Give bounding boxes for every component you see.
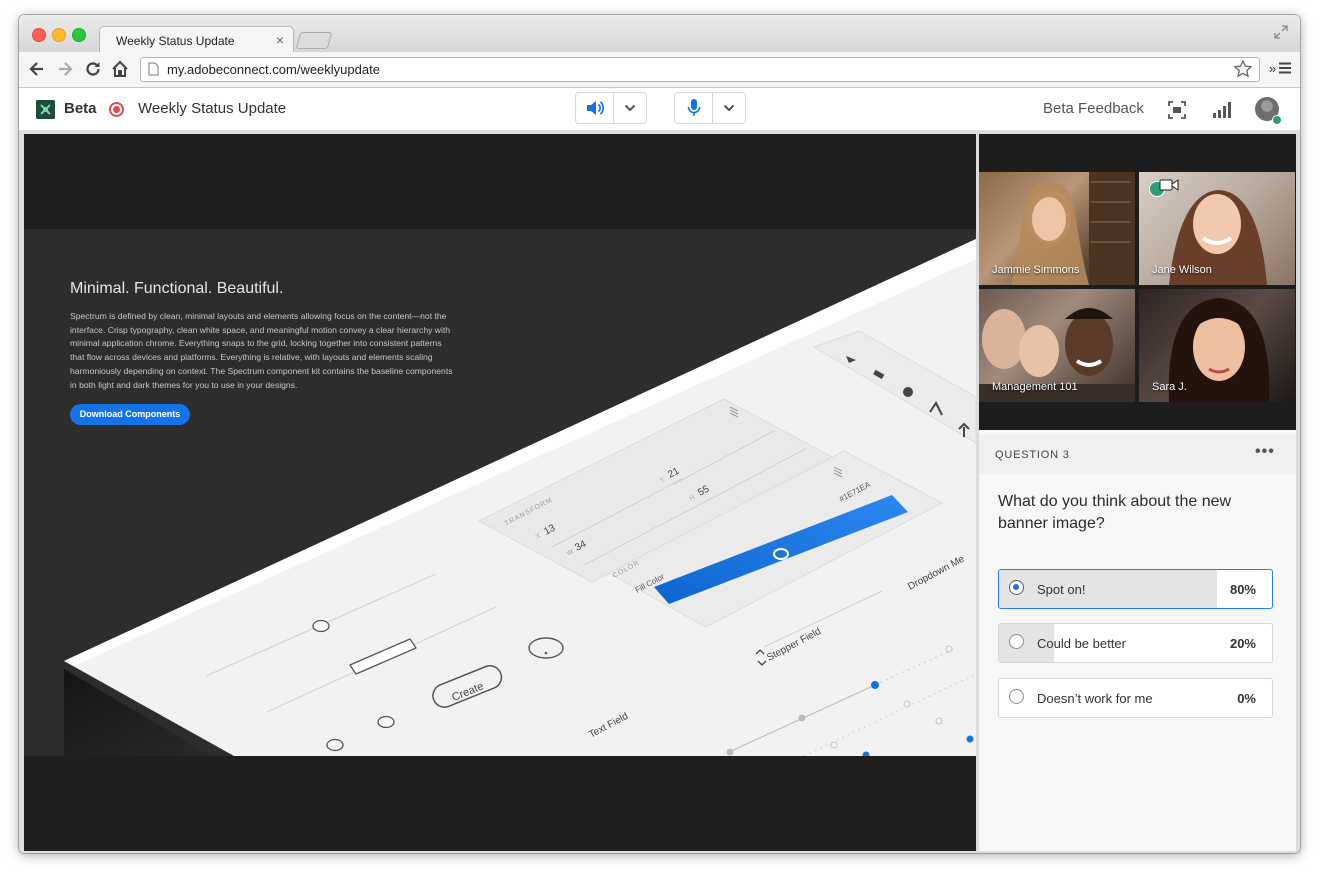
more-options-icon[interactable]: ••• <box>1255 443 1275 461</box>
chevron-down-icon <box>723 104 735 112</box>
connection-strength-icon[interactable] <box>1211 100 1231 120</box>
poll-option-could-be-better[interactable]: Could be better 20% <box>998 623 1273 663</box>
camera-icon[interactable] <box>1159 178 1179 192</box>
video-tile[interactable]: Jammie Simmons <box>979 172 1135 285</box>
fullscreen-share-icon[interactable] <box>1167 100 1187 120</box>
new-tab-button[interactable] <box>295 32 333 49</box>
poll-option-percent: 80% <box>1229 582 1256 597</box>
microphone-button[interactable] <box>675 93 712 123</box>
browser-toolbar: my.adobeconnect.com/weeklyupdate » <box>19 52 1300 88</box>
microphone-icon <box>687 99 701 116</box>
bookmark-star-icon[interactable] <box>1233 59 1253 79</box>
slide-body-text: Spectrum is defined by clean, minimal la… <box>70 311 453 390</box>
radio-button[interactable] <box>1009 580 1024 595</box>
forward-arrow-icon[interactable] <box>55 59 75 79</box>
browser-tab[interactable]: Weekly Status Update × <box>99 26 294 54</box>
poll-option-percent: 20% <box>1229 636 1256 651</box>
address-bar[interactable]: my.adobeconnect.com/weeklyupdate <box>140 57 1260 82</box>
side-panel: Jammie Simmons Jane Wilson Management 10… <box>979 134 1296 851</box>
participant-name: Jammie Simmons <box>992 264 1080 276</box>
video-tile[interactable]: Management 101 <box>979 289 1135 402</box>
poll-option-label: Could be better <box>1037 636 1126 651</box>
browser-window: Weekly Status Update × my.adobeconnect.c… <box>19 15 1300 853</box>
poll-question: What do you think about the new banner i… <box>998 493 1232 532</box>
poll-option-percent: 0% <box>1237 691 1256 706</box>
close-window-button[interactable] <box>32 28 46 42</box>
app-header: Beta Weekly Status Update Beta Feedback <box>19 88 1300 131</box>
page-icon <box>148 62 159 76</box>
home-icon[interactable] <box>110 59 130 79</box>
fullscreen-icon[interactable] <box>1274 25 1288 39</box>
poll-header: QUESTION 3 ••• <box>979 434 1296 474</box>
video-tile[interactable]: Jane Wilson <box>1139 172 1295 285</box>
question-number: QUESTION 3 <box>995 449 1070 461</box>
video-pod: Jammie Simmons Jane Wilson Management 10… <box>979 134 1296 430</box>
radio-button[interactable] <box>1009 689 1024 704</box>
download-components-button[interactable]: Download Components <box>70 404 190 425</box>
recording-indicator-icon[interactable] <box>109 102 124 117</box>
minimize-window-button[interactable] <box>52 28 66 42</box>
speaker-icon <box>587 101 605 115</box>
meeting-title: Weekly Status Update <box>138 100 287 117</box>
zoom-window-button[interactable] <box>72 28 86 42</box>
browser-menu-icon[interactable] <box>1278 61 1292 75</box>
tab-close-icon[interactable]: × <box>276 32 284 48</box>
radio-button[interactable] <box>1009 634 1024 649</box>
slide-heading: Minimal. Functional. Beautiful. <box>70 280 284 297</box>
speaker-options-button[interactable] <box>613 93 646 123</box>
reload-icon[interactable] <box>83 59 103 79</box>
app-brand: Beta <box>64 100 97 117</box>
microphone-control <box>674 92 746 124</box>
url-text: my.adobeconnect.com/weeklyupdate <box>167 62 380 77</box>
participant-name: Sara J. <box>1152 381 1187 393</box>
participant-name: Management 101 <box>992 381 1078 393</box>
poll-option-spot-on[interactable]: Spot on! 80% <box>998 569 1273 609</box>
beta-feedback-link[interactable]: Beta Feedback <box>1043 100 1144 117</box>
extensions-chevron-icon[interactable]: » <box>1269 61 1276 76</box>
title-bar: Weekly Status Update × <box>19 15 1300 54</box>
share-pod: TRANSFORM X 13 W 34 Y 21 H 55 COLOR Fill… <box>24 134 976 851</box>
tab-title: Weekly Status Update <box>116 34 235 48</box>
poll-option-doesnt-work[interactable]: Doesn’t work for me 0% <box>998 678 1273 718</box>
spectrum-ui-illustration: TRANSFORM X 13 W 34 Y 21 H 55 COLOR Fill… <box>64 239 976 756</box>
poll-option-label: Spot on! <box>1037 582 1086 597</box>
chevron-down-icon <box>624 104 636 112</box>
microphone-options-button[interactable] <box>712 93 745 123</box>
back-arrow-icon[interactable] <box>27 59 47 79</box>
shared-slide: TRANSFORM X 13 W 34 Y 21 H 55 COLOR Fill… <box>24 229 976 756</box>
video-tile[interactable]: Sara J. <box>1139 289 1295 402</box>
online-status-icon <box>1272 115 1282 125</box>
speaker-button[interactable] <box>576 93 613 123</box>
adobe-connect-logo-icon <box>36 100 55 119</box>
poll-result-bar <box>999 570 1218 608</box>
participant-name: Jane Wilson <box>1152 264 1212 276</box>
speaker-control <box>575 92 647 124</box>
poll-option-label: Doesn’t work for me <box>1037 691 1153 706</box>
